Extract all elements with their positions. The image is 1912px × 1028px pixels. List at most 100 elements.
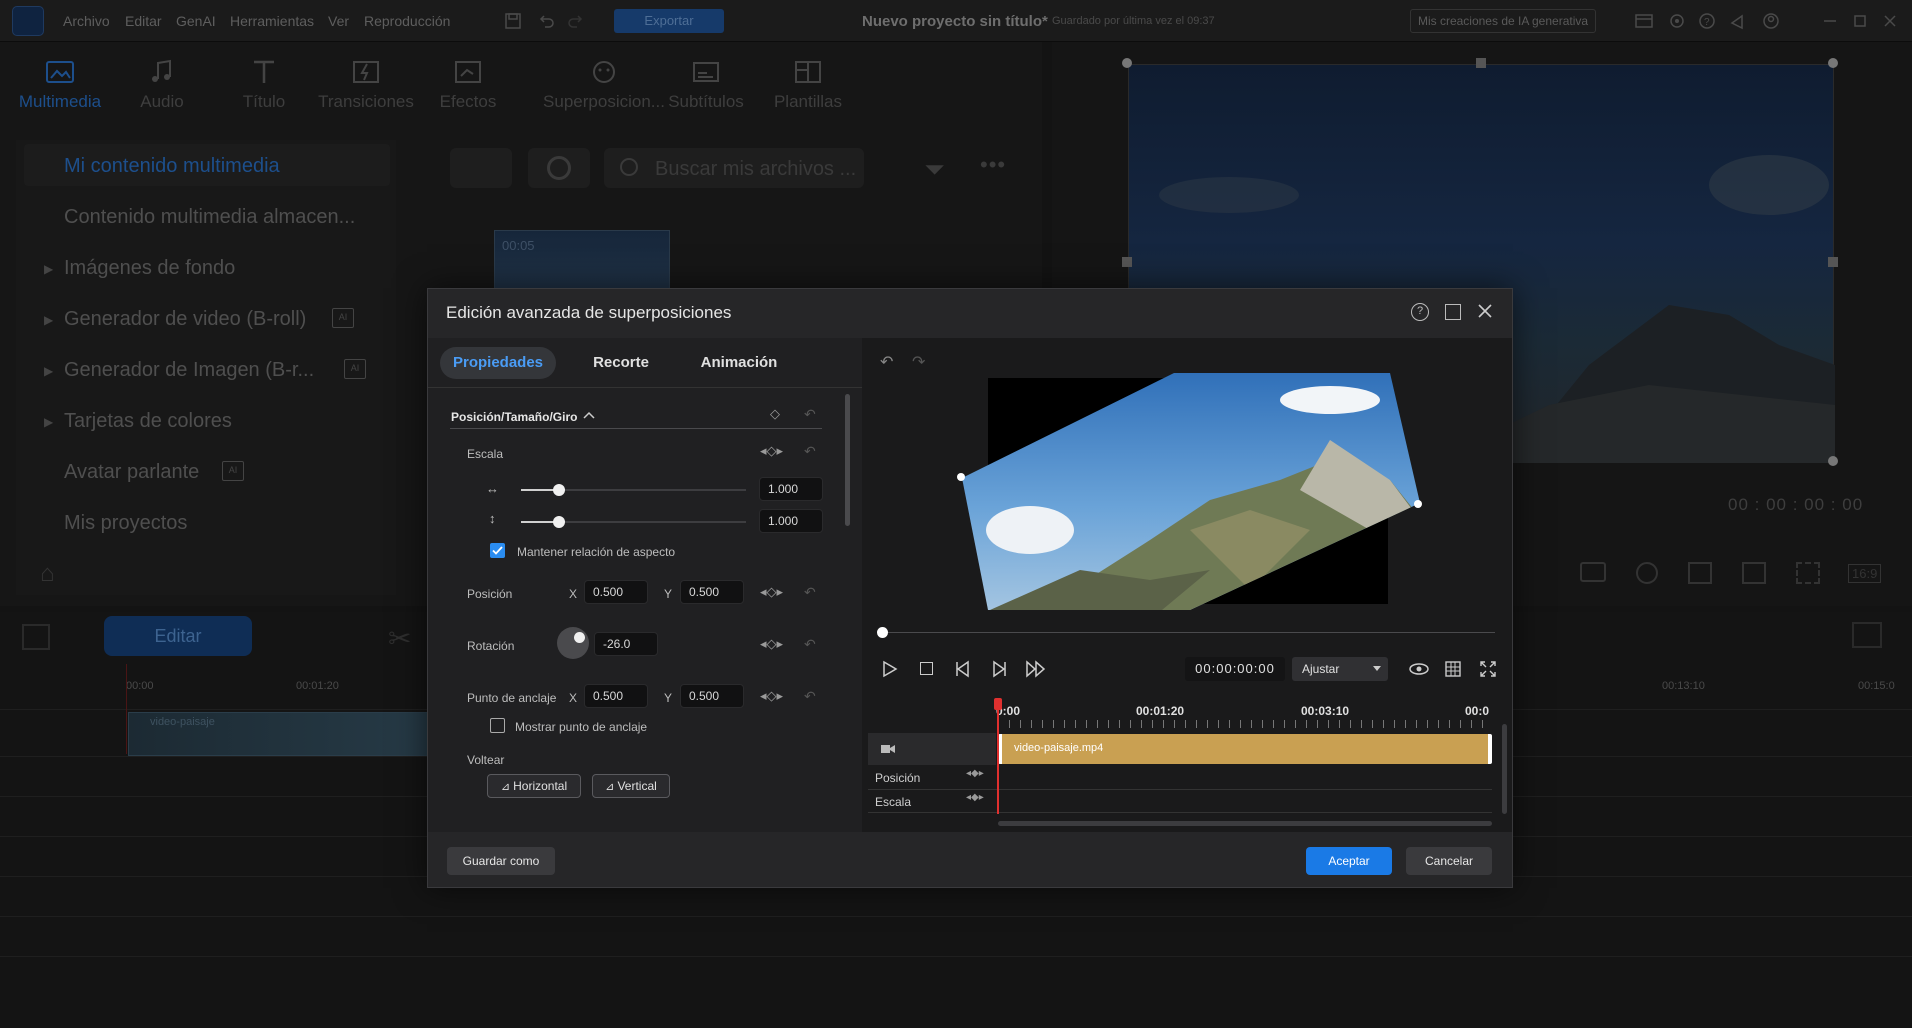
scale-height-input[interactable]: 1.000 bbox=[759, 509, 823, 533]
import-button[interactable] bbox=[450, 148, 512, 188]
tab-efectos[interactable]: Efectos bbox=[418, 58, 518, 112]
expand-caret-icon[interactable]: ▶ bbox=[44, 364, 53, 378]
layout-icon[interactable] bbox=[1634, 11, 1654, 31]
anchor-y-input[interactable]: 0.500 bbox=[680, 684, 744, 708]
properties-scrollbar[interactable] bbox=[845, 394, 850, 526]
accept-button[interactable]: Aceptar bbox=[1306, 847, 1392, 875]
rotation-input[interactable]: -26.0 bbox=[594, 632, 658, 656]
menu-reproduccion[interactable]: Reproducción bbox=[364, 13, 450, 29]
keyframe-nav-icon[interactable]: ◂◇▸ bbox=[760, 636, 783, 652]
show-anchor-checkbox[interactable] bbox=[490, 718, 505, 733]
keyframe-nav-icon[interactable]: ◂◆▸ bbox=[966, 792, 984, 803]
expand-caret-icon[interactable]: ▶ bbox=[44, 262, 53, 276]
snapshot-icon[interactable] bbox=[1580, 562, 1606, 582]
fullscreen-icon[interactable] bbox=[1480, 661, 1496, 677]
timeline-tool-icon[interactable] bbox=[22, 624, 50, 650]
undo-icon[interactable]: ↶ bbox=[880, 352, 893, 372]
maximize-icon[interactable] bbox=[1445, 304, 1461, 320]
reset-icon[interactable]: ↶ bbox=[804, 688, 816, 705]
transform-handle[interactable] bbox=[1828, 58, 1838, 68]
tab-titulo[interactable]: Título bbox=[214, 58, 314, 112]
fullscreen-icon[interactable] bbox=[1796, 562, 1820, 584]
keep-aspect-checkbox[interactable] bbox=[490, 543, 505, 558]
grid-icon[interactable] bbox=[1445, 661, 1461, 677]
notification-icon[interactable] bbox=[1728, 11, 1748, 31]
tab-plantillas[interactable]: Plantillas bbox=[758, 58, 858, 112]
redo-icon[interactable] bbox=[566, 11, 586, 31]
close-window-icon[interactable] bbox=[1880, 11, 1900, 31]
next-frame-icon[interactable] bbox=[990, 660, 1008, 678]
scrubber-knob[interactable] bbox=[877, 627, 888, 638]
redo-icon[interactable]: ↷ bbox=[912, 352, 925, 372]
transform-handle[interactable] bbox=[1122, 257, 1132, 267]
account-icon[interactable] bbox=[1761, 11, 1781, 31]
sidebar-item-mi-contenido[interactable]: Mi contenido multimedia bbox=[64, 155, 280, 178]
reset-icon[interactable]: ↶ bbox=[804, 584, 816, 601]
scale-width-slider-knob[interactable] bbox=[553, 484, 565, 496]
menu-ver[interactable]: Ver bbox=[328, 13, 349, 29]
scale-height-slider-knob[interactable] bbox=[553, 516, 565, 528]
keyframe-nav-icon[interactable]: ◂◆▸ bbox=[966, 768, 984, 779]
zoom-icon[interactable] bbox=[1742, 562, 1766, 584]
expand-caret-icon[interactable]: ▶ bbox=[44, 415, 53, 429]
menu-archivo[interactable]: Archivo bbox=[63, 13, 110, 29]
reset-icon[interactable]: ↶ bbox=[804, 406, 816, 423]
undo-icon[interactable] bbox=[536, 11, 556, 31]
keyframe-nav-icon[interactable]: ◂◇▸ bbox=[760, 584, 783, 600]
position-x-input[interactable]: 0.500 bbox=[584, 580, 648, 604]
cut-icon[interactable]: ✂ bbox=[388, 622, 411, 655]
keyframe-nav-icon[interactable]: ◂◇▸ bbox=[760, 443, 783, 459]
tab-multimedia[interactable]: Multimedia bbox=[10, 58, 110, 112]
transform-handle[interactable] bbox=[1828, 456, 1838, 466]
edit-button[interactable]: Editar bbox=[104, 616, 252, 656]
mini-timeline-h-scrollbar[interactable] bbox=[998, 821, 1492, 826]
tab-transiciones[interactable]: Transiciones bbox=[316, 58, 416, 112]
transform-handle[interactable] bbox=[1828, 257, 1838, 267]
play-icon[interactable] bbox=[882, 660, 898, 678]
help-icon[interactable]: ? bbox=[1697, 11, 1717, 31]
tab-audio[interactable]: Audio bbox=[112, 58, 212, 112]
mini-timeline-v-scrollbar[interactable] bbox=[1502, 724, 1507, 814]
mini-timeline-clip[interactable]: video-paisaje.mp4 bbox=[998, 734, 1492, 764]
menu-editar[interactable]: Editar bbox=[125, 13, 162, 29]
scrubber-track[interactable] bbox=[883, 632, 1495, 633]
keyframe-nav-icon[interactable]: ◂◇▸ bbox=[760, 688, 783, 704]
keyframe-icon[interactable]: ◇ bbox=[770, 406, 780, 422]
tab-animacion[interactable]: Animación bbox=[692, 347, 786, 379]
overlay-handle[interactable] bbox=[957, 473, 965, 481]
sidebar-item-almacenado[interactable]: Contenido multimedia almacen... bbox=[64, 206, 355, 229]
reset-icon[interactable]: ↶ bbox=[804, 443, 816, 460]
flip-horizontal-button[interactable]: ⊿ Horizontal bbox=[487, 774, 581, 798]
mini-timeline-playhead[interactable] bbox=[997, 698, 999, 814]
save-icon[interactable] bbox=[503, 11, 523, 31]
ai-creations-button[interactable]: Mis creaciones de IA generativa bbox=[1410, 9, 1596, 33]
tab-propiedades[interactable]: Propiedades bbox=[440, 347, 556, 379]
add-tag-icon[interactable]: ⌂ bbox=[40, 560, 55, 588]
overlay-handle[interactable] bbox=[1414, 500, 1422, 508]
filter-icon[interactable]: ⏷ bbox=[924, 154, 945, 186]
transform-handle[interactable] bbox=[1476, 58, 1486, 68]
sidebar-item-generador-video[interactable]: Generador de video (B-roll) bbox=[64, 308, 306, 331]
position-y-input[interactable]: 0.500 bbox=[680, 580, 744, 604]
sidebar-item-avatar-parlante[interactable]: Avatar parlante bbox=[64, 461, 199, 484]
cancel-button[interactable]: Cancelar bbox=[1406, 847, 1492, 875]
sidebar-item-imagenes-fondo[interactable]: Imágenes de fondo bbox=[64, 257, 235, 280]
collapse-chevron-icon[interactable] bbox=[583, 410, 595, 420]
minimize-icon[interactable] bbox=[1820, 11, 1840, 31]
expand-caret-icon[interactable]: ▶ bbox=[44, 313, 53, 327]
visibility-eye-icon[interactable] bbox=[1408, 662, 1430, 676]
fast-forward-icon[interactable] bbox=[1025, 660, 1047, 678]
help-icon[interactable]: ? bbox=[1411, 303, 1429, 321]
timeline-settings-icon[interactable] bbox=[1852, 622, 1882, 648]
transform-handle[interactable] bbox=[1122, 58, 1132, 68]
rotation-dial[interactable] bbox=[557, 627, 589, 659]
menu-herramientas[interactable]: Herramientas bbox=[230, 13, 314, 29]
export-button[interactable]: Exportar bbox=[614, 9, 724, 33]
maximize-icon[interactable] bbox=[1850, 11, 1870, 31]
playback-icon[interactable] bbox=[1636, 562, 1658, 584]
anchor-x-input[interactable]: 0.500 bbox=[584, 684, 648, 708]
rotated-overlay-image[interactable] bbox=[950, 370, 1430, 620]
menu-genai[interactable]: GenAI bbox=[176, 13, 216, 29]
flip-vertical-button[interactable]: ⊿ Vertical bbox=[592, 774, 670, 798]
aspect-ratio-label[interactable]: 16:9 bbox=[1848, 564, 1882, 583]
